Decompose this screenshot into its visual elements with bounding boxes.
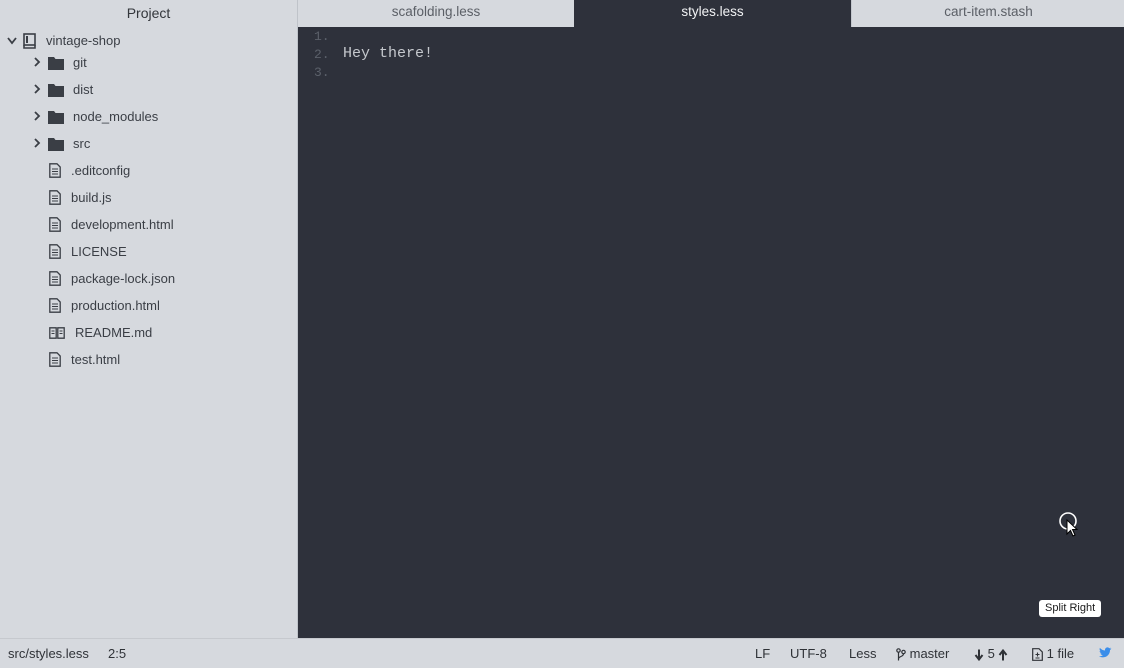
tree-file-test-html[interactable]: test.html xyxy=(0,346,297,373)
tab-cart-item-stash[interactable]: cart-item.stash xyxy=(851,0,1124,27)
file-icon xyxy=(49,271,61,286)
folder-icon xyxy=(48,84,64,97)
tree-item-label: LICENSE xyxy=(71,244,127,259)
status-git-sync[interactable]: 5 xyxy=(974,639,1008,668)
tree-file-license[interactable]: LICENSE xyxy=(0,238,297,265)
tree-item-label: node_modules xyxy=(73,109,159,124)
file-icon xyxy=(49,190,61,205)
status-sync-count: 5 xyxy=(987,646,995,661)
file-icon xyxy=(49,244,61,259)
repo-icon xyxy=(23,33,36,49)
book-icon xyxy=(49,327,65,339)
tab-styles-less[interactable]: styles.less xyxy=(574,0,851,27)
git-branch-icon xyxy=(896,648,906,661)
tree-item-label: production.html xyxy=(71,298,160,313)
folder-icon xyxy=(48,111,64,124)
tree-folder-node-modules[interactable]: node_modules xyxy=(0,103,297,130)
tree-item-label: src xyxy=(73,136,91,151)
line-number: 2. xyxy=(314,47,330,62)
tree-item-label: build.js xyxy=(71,190,112,205)
tree-item-label: package-lock.json xyxy=(71,271,176,286)
tree-file-development-html[interactable]: development.html xyxy=(0,211,297,238)
status-encoding[interactable]: UTF-8 xyxy=(790,639,827,668)
status-grammar[interactable]: Less xyxy=(849,639,876,668)
status-git-branch[interactable]: master xyxy=(896,639,949,668)
folder-icon xyxy=(48,57,64,70)
tree-item-label: dist xyxy=(73,82,94,97)
status-changed-files-label: 1 file xyxy=(1046,646,1075,661)
tree-item-label: README.md xyxy=(75,325,153,340)
tree-folder-git[interactable]: git xyxy=(0,49,297,76)
status-file-path[interactable]: src/styles.less xyxy=(8,639,89,668)
line-number: 3. xyxy=(314,65,330,80)
status-bar: src/styles.less 2:5 LF UTF-8 Less master… xyxy=(0,638,1124,668)
project-sidebar: Project vintage-shop git dist node_modul… xyxy=(0,0,298,638)
tree-item-label: .editconfig xyxy=(71,163,131,178)
split-right-tooltip: Split Right xyxy=(1039,600,1102,617)
file-icon xyxy=(49,163,61,178)
tree-item-label: git xyxy=(73,55,87,70)
status-branch-label: master xyxy=(909,646,950,661)
status-line-ending[interactable]: LF xyxy=(755,639,770,668)
status-changed-files[interactable]: 1 file xyxy=(1032,639,1074,668)
tree-file-build-js[interactable]: build.js xyxy=(0,184,297,211)
tree-folder-dist[interactable]: dist xyxy=(0,76,297,103)
file-icon xyxy=(49,217,61,232)
arrow-up-icon xyxy=(999,648,1008,661)
tree-file-package-lock[interactable]: package-lock.json xyxy=(0,265,297,292)
tree-item-label: development.html xyxy=(71,217,174,232)
file-icon xyxy=(49,352,61,367)
twitter-bird-icon[interactable] xyxy=(1098,647,1112,659)
tree-file-editconfig[interactable]: .editconfig xyxy=(0,157,297,184)
tree-file-production-html[interactable]: production.html xyxy=(0,292,297,319)
mouse-cursor-icon xyxy=(1059,512,1079,537)
sidebar-title: Project xyxy=(126,5,171,21)
code-line[interactable]: Hey there! xyxy=(343,45,433,62)
status-cursor-position[interactable]: 2:5 xyxy=(108,639,126,668)
chevron-right-icon xyxy=(34,57,41,67)
tree-item-label: test.html xyxy=(71,352,121,367)
tab-bar: scafolding.less styles.less cart-item.st… xyxy=(298,0,1124,27)
file-icon xyxy=(49,298,61,313)
file-diff-icon xyxy=(1032,648,1043,661)
folder-icon xyxy=(48,138,64,151)
chevron-right-icon xyxy=(34,138,41,148)
tree-file-readme[interactable]: README.md xyxy=(0,319,297,346)
chevron-right-icon xyxy=(34,84,41,94)
tab-scafolding-less[interactable]: scafolding.less xyxy=(298,0,574,27)
chevron-right-icon xyxy=(34,111,41,121)
code-editor[interactable]: 1. 2. Hey there! 3. xyxy=(298,27,1124,638)
tree-folder-src[interactable]: src xyxy=(0,130,297,157)
line-number: 1. xyxy=(314,29,330,44)
arrow-down-icon xyxy=(974,649,984,661)
